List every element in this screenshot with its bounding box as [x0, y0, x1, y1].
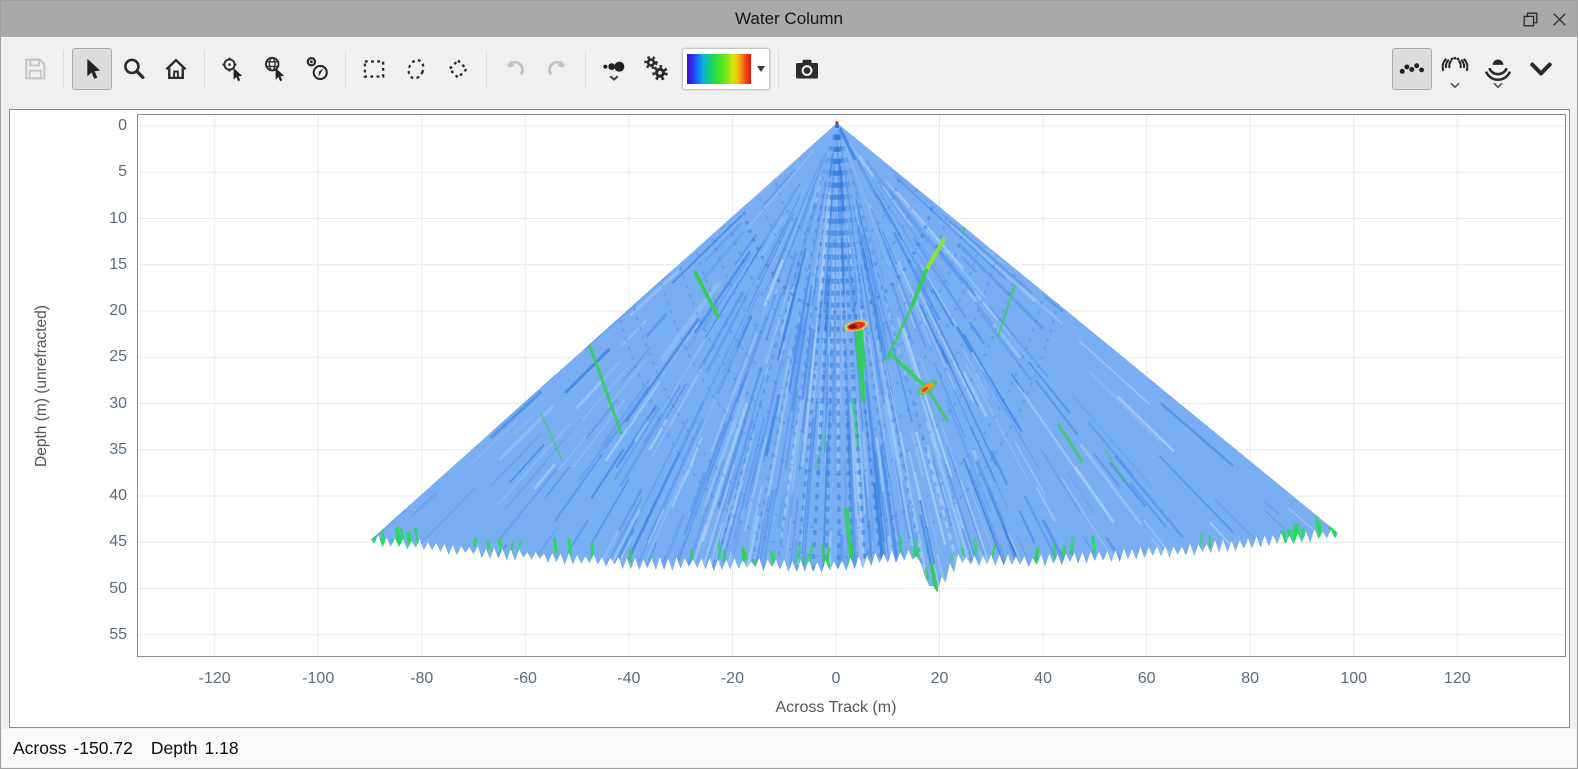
cursor-arrow-icon	[78, 55, 106, 83]
water-column-window: Water Column	[0, 0, 1578, 769]
x-tick-label: -100	[302, 670, 334, 688]
crosshair-cursor-icon	[219, 55, 247, 83]
plot-area[interactable]: Depth (m) (unrefracted) -120-100-80-60-4…	[137, 114, 1566, 657]
chevron-down-icon	[1449, 82, 1461, 89]
x-tick-label: -120	[199, 670, 231, 688]
y-tick-label: 45	[109, 533, 127, 551]
fan-wedge	[299, 114, 1342, 657]
dashed-rectangle-icon	[360, 55, 388, 83]
x-tick-label: 60	[1138, 670, 1156, 688]
toolbar-separator	[63, 50, 64, 88]
chevron-down-icon	[1492, 82, 1504, 89]
status-bar: Across -150.72 Depth 1.18	[2, 729, 1576, 767]
y-tick-label: 30	[109, 395, 127, 413]
points-view-button[interactable]	[1392, 48, 1432, 90]
x-tick-label: 0	[832, 670, 841, 688]
dual-fan-view-button[interactable]	[1435, 48, 1475, 90]
undo-arrow-icon	[501, 55, 529, 83]
float-window-button[interactable]	[1521, 10, 1540, 29]
water-column-plot[interactable]	[137, 114, 1566, 657]
x-tick-label: -80	[410, 670, 433, 688]
dot-sizes-icon	[600, 55, 628, 83]
toolbar-separator	[204, 50, 205, 88]
y-tick-label: 25	[109, 348, 127, 366]
x-tick-label: 40	[1034, 670, 1052, 688]
across-value: -150.72	[73, 738, 132, 759]
pointer-tool-button[interactable]	[72, 48, 112, 90]
globe-cursor-icon	[261, 55, 289, 83]
x-tick-label: 20	[931, 670, 949, 688]
y-tick-label: 55	[109, 626, 127, 644]
gears-icon	[641, 54, 671, 84]
close-button[interactable]	[1550, 10, 1569, 29]
polygon-select-button[interactable]	[438, 48, 478, 90]
toolbar-separator	[345, 50, 346, 88]
float-window-icon	[1523, 12, 1538, 27]
toolbar-separator	[486, 50, 487, 88]
close-icon	[1552, 12, 1567, 27]
ellipse-select-button[interactable]	[396, 48, 436, 90]
fan-view-button[interactable]	[1478, 48, 1518, 90]
window-title: Water Column	[735, 9, 843, 29]
dashed-ellipse-icon	[402, 55, 430, 83]
y-tick-label: 35	[109, 441, 127, 459]
y-tick-label: 20	[109, 302, 127, 320]
floppy-disk-icon	[21, 55, 49, 83]
x-tick-label: -60	[514, 670, 537, 688]
dual-fan-icon	[1441, 55, 1469, 83]
apex-marker	[835, 121, 838, 124]
depth-label: Depth	[151, 738, 198, 759]
chevron-down-icon	[757, 66, 765, 72]
titlebar[interactable]: Water Column	[1, 1, 1577, 37]
settings-button[interactable]	[636, 48, 676, 90]
rectangle-select-button[interactable]	[354, 48, 394, 90]
compass-pick-button[interactable]	[297, 48, 337, 90]
redo-arrow-icon	[543, 55, 571, 83]
save-button[interactable]	[15, 48, 55, 90]
compass-icon	[303, 55, 331, 83]
depth-value: 1.18	[205, 738, 239, 759]
x-axis-title: Across Track (m)	[776, 699, 897, 717]
x-tick-label: -40	[617, 670, 640, 688]
x-tick-label: 80	[1241, 670, 1259, 688]
camera-icon	[792, 54, 822, 84]
y-tick-label: 5	[118, 163, 127, 181]
rainbow-gradient-swatch	[687, 54, 751, 84]
pick-geo-button[interactable]	[255, 48, 295, 90]
y-tick-label: 0	[118, 117, 127, 135]
undo-button[interactable]	[495, 48, 535, 90]
home-icon	[162, 55, 190, 83]
pick-point-button[interactable]	[213, 48, 253, 90]
x-tick-label: 120	[1444, 670, 1471, 688]
y-axis-title: Depth (m) (unrefracted)	[32, 114, 52, 657]
redo-button[interactable]	[537, 48, 577, 90]
x-tick-label: 100	[1340, 670, 1367, 688]
scatter-dots-icon	[1398, 55, 1426, 83]
toolbar-separator	[778, 50, 779, 88]
chart-panel: Depth (m) (unrefracted) -120 -100 -80 -60 -4…	[9, 109, 1570, 728]
y-tick-label: 10	[109, 210, 127, 228]
home-view-button[interactable]	[156, 48, 196, 90]
swath-fan-icon	[1484, 55, 1512, 83]
point-size-button[interactable]	[594, 48, 634, 90]
chevron-down-icon	[1526, 54, 1556, 84]
y-tick-label: 50	[109, 580, 127, 598]
colormap-button[interactable]	[682, 48, 770, 90]
dashed-diamond-icon	[444, 55, 472, 83]
y-tick-label: 15	[109, 256, 127, 274]
y-tick-label: 40	[109, 487, 127, 505]
across-label: Across	[13, 738, 66, 759]
toolbar	[1, 37, 1577, 101]
magnifier-icon	[120, 55, 148, 83]
view-mode-group	[1392, 48, 1561, 90]
zoom-tool-button[interactable]	[114, 48, 154, 90]
toolbar-separator	[585, 50, 586, 88]
x-tick-label: -20	[721, 670, 744, 688]
collapse-toolbar-button[interactable]	[1521, 48, 1561, 90]
snapshot-button[interactable]	[787, 48, 827, 90]
